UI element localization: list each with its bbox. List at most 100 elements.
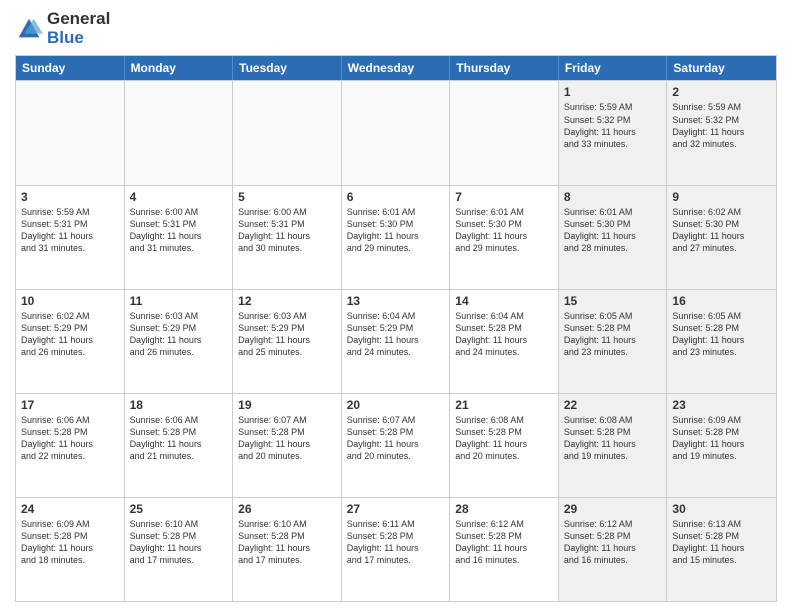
weekday-header: Wednesday	[342, 56, 451, 80]
cell-details: Sunrise: 6:09 AM Sunset: 5:28 PM Dayligh…	[672, 414, 771, 463]
calendar-cell: 2 Sunrise: 5:59 AM Sunset: 5:32 PM Daylig…	[667, 81, 776, 184]
day-number: 19	[238, 398, 336, 412]
day-number: 9	[672, 190, 771, 204]
day-number: 23	[672, 398, 771, 412]
calendar-cell: 14Sunrise: 6:04 AM Sunset: 5:28 PM Dayli…	[450, 290, 559, 393]
day-number: 18	[130, 398, 228, 412]
cell-details: Sunrise: 6:05 AM Sunset: 5:28 PM Dayligh…	[672, 310, 771, 359]
calendar-cell: 22 Sunrise: 6:08 AM Sunset: 5:28 PM Dayli…	[559, 394, 668, 497]
day-number: 21	[455, 398, 553, 412]
cell-details: Sunrise: 6:05 AM Sunset: 5:28 PM Dayligh…	[564, 310, 662, 359]
day-number: 8	[564, 190, 662, 204]
calendar-row: 1 Sunrise: 5:59 AM Sunset: 5:32 PM Daylig…	[16, 80, 776, 184]
cell-details: Sunrise: 6:01 AM Sunset: 5:30 PM Dayligh…	[455, 206, 553, 255]
calendar-row: 24Sunrise: 6:09 AM Sunset: 5:28 PM Dayli…	[16, 497, 776, 601]
day-number: 5	[238, 190, 336, 204]
calendar-cell	[125, 81, 234, 184]
day-number: 30	[672, 502, 771, 516]
calendar-page: General​ Blue SundayMondayTuesdayWednesd…	[0, 0, 792, 612]
calendar: SundayMondayTuesdayWednesdayThursdayFrid…	[15, 55, 777, 602]
cell-details: Sunrise: 6:06 AM Sunset: 5:28 PM Dayligh…	[130, 414, 228, 463]
calendar-cell: 9 Sunrise: 6:02 AM Sunset: 5:30 PM Daylig…	[667, 186, 776, 289]
calendar-cell: 4 Sunrise: 6:00 AM Sunset: 5:31 PM Daylig…	[125, 186, 234, 289]
cell-details: Sunrise: 6:03 AM Sunset: 5:29 PM Dayligh…	[130, 310, 228, 359]
day-number: 1	[564, 85, 662, 99]
cell-details: Sunrise: 6:07 AM Sunset: 5:28 PM Dayligh…	[347, 414, 445, 463]
cell-details: Sunrise: 6:12 AM Sunset: 5:28 PM Dayligh…	[455, 518, 553, 567]
day-number: 26	[238, 502, 336, 516]
calendar-cell	[16, 81, 125, 184]
calendar-cell: 19 Sunrise: 6:07 AM Sunset: 5:28 PM Dayli…	[233, 394, 342, 497]
calendar-cell: 1Sunrise: 5:59 AM Sunset: 5:32 PM Daylig…	[559, 81, 668, 184]
cell-details: Sunrise: 6:12 AM Sunset: 5:28 PM Dayligh…	[564, 518, 662, 567]
cell-details: Sunrise: 6:04 AM Sunset: 5:29 PM Dayligh…	[347, 310, 445, 359]
calendar-cell: 23 Sunrise: 6:09 AM Sunset: 5:28 PM Dayli…	[667, 394, 776, 497]
calendar-cell: 15Sunrise: 6:05 AM Sunset: 5:28 PM Dayli…	[559, 290, 668, 393]
day-number: 14	[455, 294, 553, 308]
calendar-cell: 30Sunrise: 6:13 AM Sunset: 5:28 PM Dayli…	[667, 498, 776, 601]
cell-details: Sunrise: 5:59 AM Sunset: 5:31 PM Dayligh…	[21, 206, 119, 255]
day-number: 2	[672, 85, 771, 99]
weekday-header: Friday	[559, 56, 668, 80]
logo-text: General​ Blue	[47, 10, 110, 47]
day-number: 3	[21, 190, 119, 204]
cell-details: Sunrise: 6:10 AM Sunset: 5:28 PM Dayligh…	[238, 518, 336, 567]
calendar-cell: 16 Sunrise: 6:05 AM Sunset: 5:28 PM Dayli…	[667, 290, 776, 393]
cell-details: Sunrise: 6:07 AM Sunset: 5:28 PM Dayligh…	[238, 414, 336, 463]
cell-details: Sunrise: 6:00 AM Sunset: 5:31 PM Dayligh…	[130, 206, 228, 255]
calendar-cell	[233, 81, 342, 184]
calendar-row: 17 Sunrise: 6:06 AM Sunset: 5:28 PM Dayli…	[16, 393, 776, 497]
page-header: General​ Blue	[15, 10, 777, 47]
calendar-cell: 21 Sunrise: 6:08 AM Sunset: 5:28 PM Dayli…	[450, 394, 559, 497]
calendar-cell: 10Sunrise: 6:02 AM Sunset: 5:29 PM Dayli…	[16, 290, 125, 393]
calendar-cell: 26 Sunrise: 6:10 AM Sunset: 5:28 PM Dayli…	[233, 498, 342, 601]
day-number: 16	[672, 294, 771, 308]
calendar-cell: 24Sunrise: 6:09 AM Sunset: 5:28 PM Dayli…	[16, 498, 125, 601]
calendar-row: 3 Sunrise: 5:59 AM Sunset: 5:31 PM Daylig…	[16, 185, 776, 289]
cell-details: Sunrise: 6:11 AM Sunset: 5:28 PM Dayligh…	[347, 518, 445, 567]
day-number: 17	[21, 398, 119, 412]
calendar-cell: 27Sunrise: 6:11 AM Sunset: 5:28 PM Dayli…	[342, 498, 451, 601]
day-number: 4	[130, 190, 228, 204]
calendar-cell	[450, 81, 559, 184]
day-number: 20	[347, 398, 445, 412]
cell-details: Sunrise: 6:06 AM Sunset: 5:28 PM Dayligh…	[21, 414, 119, 463]
cell-details: Sunrise: 6:10 AM Sunset: 5:28 PM Dayligh…	[130, 518, 228, 567]
calendar-cell: 6Sunrise: 6:01 AM Sunset: 5:30 PM Daylig…	[342, 186, 451, 289]
calendar-body: 1 Sunrise: 5:59 AM Sunset: 5:32 PM Daylig…	[16, 80, 776, 601]
cell-details: Sunrise: 6:08 AM Sunset: 5:28 PM Dayligh…	[455, 414, 553, 463]
calendar-cell: 12 Sunrise: 6:03 AM Sunset: 5:29 PM Dayli…	[233, 290, 342, 393]
cell-details: Sunrise: 6:08 AM Sunset: 5:28 PM Dayligh…	[564, 414, 662, 463]
logo: General​ Blue	[15, 10, 110, 47]
calendar-cell: 17 Sunrise: 6:06 AM Sunset: 5:28 PM Dayli…	[16, 394, 125, 497]
calendar-cell	[342, 81, 451, 184]
calendar-cell: 28 Sunrise: 6:12 AM Sunset: 5:28 PM Dayli…	[450, 498, 559, 601]
day-number: 11	[130, 294, 228, 308]
day-number: 25	[130, 502, 228, 516]
calendar-cell: 3 Sunrise: 5:59 AM Sunset: 5:31 PM Daylig…	[16, 186, 125, 289]
calendar-cell: 11 Sunrise: 6:03 AM Sunset: 5:29 PM Dayli…	[125, 290, 234, 393]
calendar-cell: 18 Sunrise: 6:06 AM Sunset: 5:28 PM Dayli…	[125, 394, 234, 497]
day-number: 28	[455, 502, 553, 516]
calendar-cell: 7Sunrise: 6:01 AM Sunset: 5:30 PM Daylig…	[450, 186, 559, 289]
day-number: 12	[238, 294, 336, 308]
weekday-header: Monday	[125, 56, 234, 80]
weekday-header: Thursday	[450, 56, 559, 80]
cell-details: Sunrise: 6:02 AM Sunset: 5:30 PM Dayligh…	[672, 206, 771, 255]
cell-details: Sunrise: 6:00 AM Sunset: 5:31 PM Dayligh…	[238, 206, 336, 255]
cell-details: Sunrise: 6:03 AM Sunset: 5:29 PM Dayligh…	[238, 310, 336, 359]
cell-details: Sunrise: 6:02 AM Sunset: 5:29 PM Dayligh…	[21, 310, 119, 359]
weekday-header: Saturday	[667, 56, 776, 80]
weekday-header: Sunday	[16, 56, 125, 80]
cell-details: Sunrise: 6:09 AM Sunset: 5:28 PM Dayligh…	[21, 518, 119, 567]
weekday-header: Tuesday	[233, 56, 342, 80]
cell-details: Sunrise: 6:01 AM Sunset: 5:30 PM Dayligh…	[347, 206, 445, 255]
cell-details: Sunrise: 5:59 AM Sunset: 5:32 PM Dayligh…	[672, 101, 771, 150]
day-number: 13	[347, 294, 445, 308]
calendar-cell: 29Sunrise: 6:12 AM Sunset: 5:28 PM Dayli…	[559, 498, 668, 601]
calendar-cell: 20 Sunrise: 6:07 AM Sunset: 5:28 PM Dayli…	[342, 394, 451, 497]
calendar-cell: 8 Sunrise: 6:01 AM Sunset: 5:30 PM Daylig…	[559, 186, 668, 289]
calendar-header: SundayMondayTuesdayWednesdayThursdayFrid…	[16, 56, 776, 80]
day-number: 22	[564, 398, 662, 412]
cell-details: Sunrise: 6:01 AM Sunset: 5:30 PM Dayligh…	[564, 206, 662, 255]
